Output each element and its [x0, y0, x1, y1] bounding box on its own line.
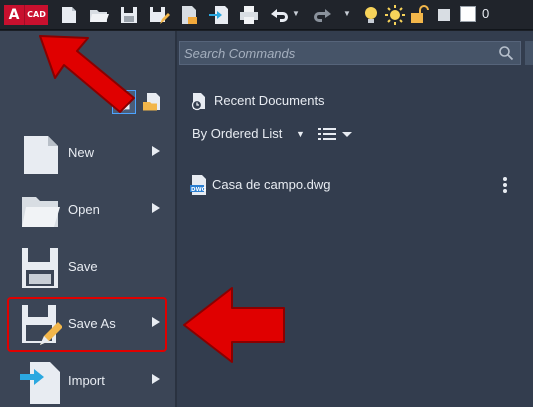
save-as-highlight-box — [7, 297, 167, 352]
menu-item-import[interactable]: Import — [12, 358, 167, 406]
export-icon[interactable] — [178, 4, 200, 26]
sun-icon[interactable] — [384, 4, 406, 26]
redo-dropdown-icon[interactable]: ▼ — [343, 9, 351, 18]
open-documents-view-icon[interactable] — [141, 90, 165, 114]
new-file-icon — [24, 136, 58, 174]
chevron-right-icon — [152, 374, 160, 384]
app-logo-letter: A — [4, 5, 24, 25]
search-icon[interactable] — [498, 45, 514, 61]
menu-item-label: Open — [68, 202, 100, 217]
new-icon[interactable] — [58, 4, 80, 26]
redo-icon[interactable] — [312, 4, 334, 26]
recent-file-name[interactable]: Casa de campo.dwg — [212, 177, 331, 192]
recent-file-item[interactable]: DWG Casa de campo.dwg — [189, 174, 519, 196]
lock-icon[interactable] — [408, 4, 430, 26]
floppy-disk-icon — [22, 248, 58, 288]
menu-item-label: Save — [68, 259, 98, 274]
search-placeholder: Search Commands — [184, 46, 296, 61]
application-menu-button[interactable]: A CAD — [4, 5, 48, 25]
freeze-toggle-icon[interactable] — [434, 4, 456, 26]
quick-access-toolbar: A CAD ▼ ▼ 0 — [0, 0, 533, 30]
app-badge: CAD — [24, 5, 48, 25]
display-mode-list-icon[interactable] — [318, 126, 354, 142]
menu-item-label: New — [68, 145, 95, 160]
ordering-dropdown[interactable]: By Ordered List — [192, 126, 282, 141]
dwg-file-icon: DWG — [190, 175, 207, 195]
open-icon[interactable] — [88, 4, 110, 26]
save-as-icon[interactable] — [148, 4, 170, 26]
chevron-right-icon — [152, 203, 160, 213]
recent-documents-title: Recent Documents — [214, 93, 325, 108]
menu-item-label: Import — [68, 373, 105, 388]
ordering-dropdown-caret-icon[interactable]: ▼ — [296, 129, 305, 139]
undo-dropdown-icon[interactable]: ▼ — [292, 9, 300, 18]
open-folder-icon — [22, 197, 60, 227]
menu-item-new[interactable]: New — [12, 130, 167, 178]
undo-icon[interactable] — [268, 4, 290, 26]
recent-documents-icon — [191, 93, 205, 111]
print-icon[interactable] — [238, 4, 260, 26]
menu-item-save[interactable]: Save — [12, 244, 167, 292]
svg-text:DWG: DWG — [191, 187, 207, 193]
annotation-arrow-up-left — [39, 35, 135, 113]
chevron-right-icon — [152, 146, 160, 156]
import-icon[interactable] — [208, 4, 230, 26]
file-options-icon[interactable] — [502, 176, 508, 196]
panel-edge — [525, 41, 533, 65]
current-layer-value[interactable]: 0 — [482, 6, 489, 21]
menu-item-open[interactable]: Open — [12, 187, 167, 235]
annotation-arrow-left — [183, 287, 285, 363]
import-icon — [20, 362, 60, 404]
layer-color-swatch[interactable] — [460, 6, 476, 22]
bulb-icon[interactable] — [360, 4, 382, 26]
save-icon[interactable] — [118, 4, 140, 26]
search-commands-input[interactable]: Search Commands — [179, 41, 521, 65]
